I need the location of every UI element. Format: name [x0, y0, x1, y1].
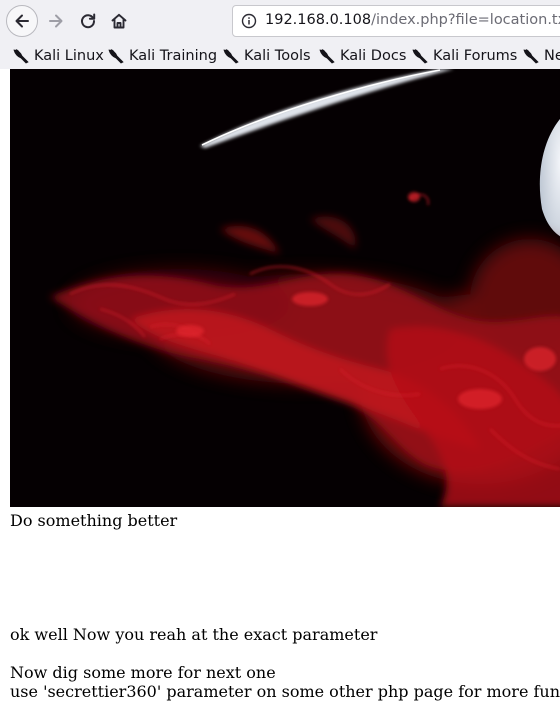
- bookmarks-toolbar: Kali Linux Kali Training Kali Tools Kali…: [0, 43, 560, 69]
- back-button[interactable]: [6, 5, 38, 37]
- kali-dragon-icon: [223, 49, 239, 64]
- message-line-2: ok well Now you reah at the exact parame…: [10, 625, 378, 644]
- home-icon: [111, 13, 127, 29]
- message-line-4: use 'secrettier360' parameter on some ot…: [10, 682, 560, 701]
- bookmark-kali-tools[interactable]: Kali Tools: [222, 45, 311, 67]
- forward-button[interactable]: [40, 5, 72, 37]
- kali-dragon-icon: [13, 49, 29, 64]
- bookmark-label: Kali Training: [129, 48, 218, 64]
- kali-dragon-icon: [108, 49, 124, 64]
- message-line-1: Do something better: [10, 511, 178, 530]
- kali-dragon-icon: [523, 49, 539, 64]
- url-path: /index.php?file=location.txt: [371, 12, 560, 28]
- bookmark-label: Kali Docs: [340, 48, 407, 64]
- kali-dragon-icon: [412, 49, 428, 64]
- bookmark-label: Ne: [544, 48, 560, 64]
- bookmark-kali-forums[interactable]: Kali Forums: [411, 45, 517, 67]
- bookmark-label: Kali Forums: [433, 48, 518, 64]
- hero-image: [10, 69, 560, 507]
- browser-toolbar: 192.168.0.108/index.php?file=location.tx…: [0, 0, 560, 44]
- kali-dragon-icon: [319, 49, 335, 64]
- bookmark-kali-docs[interactable]: Kali Docs: [318, 45, 406, 67]
- site-info-icon[interactable]: [241, 13, 257, 33]
- bookmark-kali-training[interactable]: Kali Training: [107, 45, 217, 67]
- bookmark-label: Kali Tools: [244, 48, 311, 64]
- page-content: Do something better ok well Now you reah…: [0, 69, 560, 703]
- url-host: 192.168.0.108: [265, 12, 372, 28]
- message-line-3: Now dig some more for next one: [10, 663, 276, 682]
- arrow-left-icon: [15, 14, 29, 28]
- reload-icon: [81, 13, 96, 29]
- url-text[interactable]: 192.168.0.108/index.php?file=location.tx…: [265, 12, 560, 28]
- home-button[interactable]: [103, 5, 135, 37]
- bookmark-kali-nethunter[interactable]: Ne: [522, 45, 560, 67]
- reload-button[interactable]: [72, 5, 104, 37]
- address-bar[interactable]: 192.168.0.108/index.php?file=location.tx…: [232, 5, 560, 37]
- bookmark-kali-linux[interactable]: Kali Linux: [12, 45, 104, 67]
- red-smoke-artwork: [10, 69, 560, 507]
- bookmark-label: Kali Linux: [34, 48, 104, 64]
- arrow-right-icon: [49, 14, 63, 28]
